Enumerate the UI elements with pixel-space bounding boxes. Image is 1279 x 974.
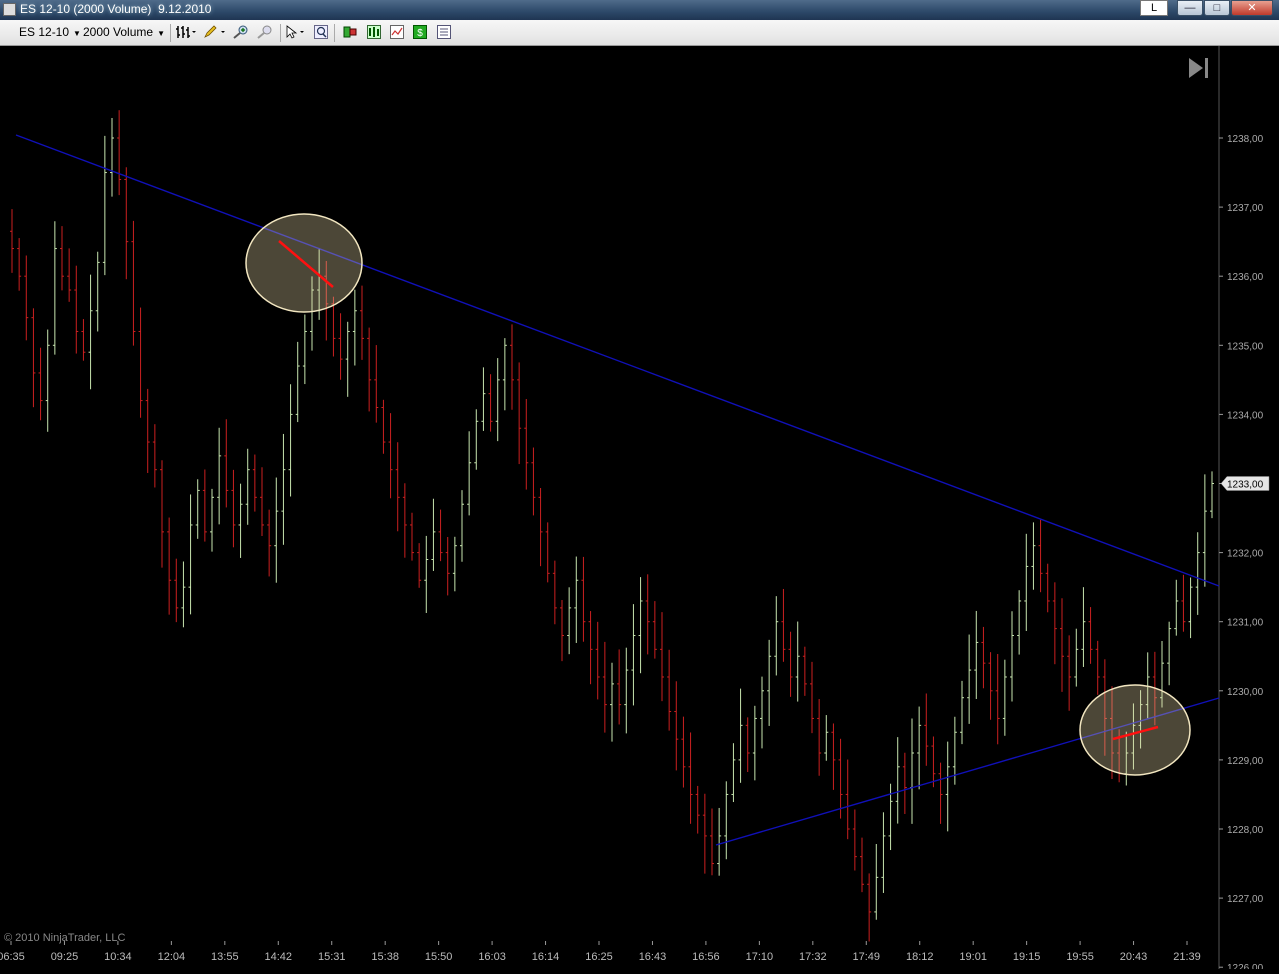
price-tick-label: 1237,00: [1227, 203, 1264, 214]
time-tick-label: 15:38: [371, 951, 399, 963]
price-chart[interactable]: 1238,00 1237,00 1236,00 1235,00 1234,00 1233,…: [0, 46, 1279, 974]
chevron-down-icon: ▼: [73, 29, 81, 38]
minimize-button[interactable]: —: [1177, 0, 1203, 16]
strategies-icon[interactable]: [390, 25, 404, 39]
time-tick-label: 09:25: [51, 951, 79, 963]
interval-selector[interactable]: 2000 Volume ▼: [83, 25, 165, 39]
lock-button[interactable]: L: [1140, 0, 1168, 16]
pencil-icon[interactable]: [203, 25, 225, 39]
time-tick-label: 16:56: [692, 951, 720, 963]
zoom-in-icon[interactable]: [232, 25, 250, 39]
chart-area[interactable]: 1238,00 1237,00 1236,00 1235,00 1234,00 1233,…: [0, 46, 1279, 974]
dollar-icon[interactable]: $: [413, 25, 427, 39]
chevron-down-icon: ▼: [157, 29, 165, 38]
price-tick-label: 1229,00: [1227, 756, 1264, 767]
order-entry-icon[interactable]: [343, 25, 357, 39]
svg-text:$: $: [417, 28, 423, 39]
instrument-label: ES 12-10: [19, 25, 70, 39]
price-tick-label: 1231,00: [1227, 618, 1264, 629]
maximize-button[interactable]: □: [1204, 0, 1230, 16]
time-tick-label: 12:04: [158, 951, 186, 963]
time-tick-label: 18:12: [906, 951, 934, 963]
price-tick-label: 1232,00: [1227, 549, 1264, 560]
zoom-out-icon[interactable]: [256, 25, 274, 39]
cursor-icon[interactable]: [285, 25, 307, 39]
time-tick-label: 19:01: [959, 951, 987, 963]
time-tick-label: 15:31: [318, 951, 346, 963]
time-tick-label: 19:55: [1066, 951, 1094, 963]
time-tick-label: 16:43: [639, 951, 667, 963]
window-title: ES 12-10 (2000 Volume) 9.12.2010: [20, 2, 212, 16]
time-tick-label: 17:49: [853, 951, 881, 963]
time-tick-label: 16:03: [478, 951, 506, 963]
time-tick-label: 13:55: [211, 951, 239, 963]
price-tick-label: 1230,00: [1227, 687, 1264, 698]
highlight-ellipse-bottom[interactable]: [1079, 684, 1191, 776]
time-tick-label: 19:15: [1013, 951, 1041, 963]
toolbar-divider: [280, 24, 281, 42]
magnifier-icon[interactable]: [314, 25, 328, 39]
instrument-selector[interactable]: ES 12-10 ▼: [19, 25, 81, 39]
app-icon: [3, 3, 16, 16]
window-controls: — □ ✕: [1176, 0, 1273, 17]
toolbar-divider: [334, 24, 335, 42]
close-button[interactable]: ✕: [1231, 0, 1273, 16]
bar-type-icon[interactable]: [176, 25, 196, 39]
time-tick-label: 16:25: [585, 951, 613, 963]
time-tick-label: 17:10: [746, 951, 774, 963]
time-tick-label: 06:35: [0, 951, 25, 963]
chart-background: [0, 46, 1279, 969]
price-tick-label: 1236,00: [1227, 272, 1264, 283]
window-titlebar[interactable]: ES 12-10 (2000 Volume) 9.12.2010 L — □ ✕: [0, 0, 1279, 20]
indicators-icon[interactable]: [367, 25, 381, 39]
price-tick-label: 1228,00: [1227, 825, 1264, 836]
last-price-marker: 1233,00: [1220, 476, 1270, 491]
copyright-text: © 2010 NinjaTrader, LLC: [4, 932, 125, 944]
properties-icon[interactable]: [437, 25, 451, 39]
price-tick-label: 1226,00: [1227, 963, 1264, 969]
time-tick-label: 21:39: [1173, 951, 1201, 963]
price-tick-label: 1238,00: [1227, 134, 1264, 145]
chart-toolbar: ES 12-10 ▼ 2000 Volume ▼ $: [0, 20, 1279, 46]
time-tick-label: 20:43: [1120, 951, 1148, 963]
time-tick-label: 14:42: [265, 951, 293, 963]
time-tick-label: 16:14: [532, 951, 560, 963]
price-tick-label: 1235,00: [1227, 341, 1264, 352]
last-price-label: 1233,00: [1227, 480, 1264, 491]
toolbar-divider: [170, 24, 171, 42]
price-tick-label: 1234,00: [1227, 410, 1264, 421]
time-tick-label: 10:34: [104, 951, 132, 963]
interval-label: 2000 Volume: [83, 25, 154, 39]
time-tick-label: 15:50: [425, 951, 453, 963]
price-tick-label: 1227,00: [1227, 894, 1264, 905]
time-tick-label: 17:32: [799, 951, 827, 963]
